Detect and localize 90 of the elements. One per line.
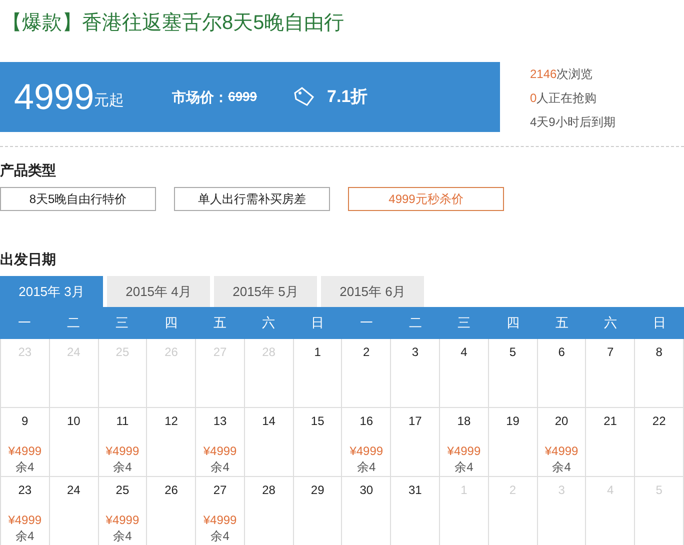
- seats-left: 余4: [552, 459, 571, 475]
- seats-left: 余4: [210, 459, 230, 475]
- day-number: 30: [360, 482, 374, 499]
- day-price: ¥4999: [203, 512, 237, 528]
- weekday-label: 日: [311, 314, 324, 332]
- day-number: 5: [509, 344, 516, 361]
- weekday-label: 三: [458, 314, 471, 332]
- seats-left: 余4: [113, 459, 132, 475]
- day-number: 10: [66, 413, 80, 430]
- seats-left: 余4: [16, 528, 34, 544]
- product-type-option[interactable]: 单人出行需补买房差: [174, 187, 330, 211]
- calendar-cell[interactable]: 23 ¥4999 余4: [1, 477, 50, 545]
- day-price: ¥4999: [8, 512, 42, 528]
- day-number: 18: [457, 413, 471, 430]
- day-number: 21: [604, 413, 617, 430]
- product-title: 【爆款】香港往返塞舌尔8天5晚自由行: [2, 11, 344, 36]
- day-number: 17: [408, 413, 422, 430]
- price: 4999: [14, 79, 94, 115]
- section-heading: 出发日期: [0, 250, 56, 269]
- day-price: ¥4999: [8, 443, 42, 459]
- day-number: 25: [116, 482, 130, 499]
- calendar-cell[interactable]: 27 ¥4999 余4: [196, 477, 245, 545]
- month-tab[interactable]: 2015年 5月: [214, 276, 317, 307]
- stat-text: 0人正在抢购: [530, 90, 598, 107]
- day-price: ¥4999: [106, 512, 140, 528]
- day-number: 6: [558, 344, 565, 361]
- calendar-cell[interactable]: 20 ¥4999 余4: [538, 408, 586, 477]
- day-number: 20: [554, 413, 568, 430]
- day-number: 14: [262, 413, 276, 430]
- section-heading: 产品类型: [0, 161, 56, 180]
- day-number: 29: [310, 482, 324, 499]
- price-tag-icon: [293, 87, 316, 107]
- day-number: 22: [652, 413, 666, 430]
- weekday-label: 四: [506, 314, 520, 332]
- day-number: 4: [460, 344, 468, 361]
- day-number: 3: [412, 344, 419, 361]
- stat-text: 2146次浏览: [530, 66, 594, 83]
- day-number: 7: [606, 344, 614, 361]
- day-number: 11: [116, 413, 129, 430]
- day-number: 27: [213, 482, 227, 499]
- day-price: ¥4999: [350, 443, 384, 459]
- price-unit: 元起: [94, 90, 124, 110]
- day-number: 2: [363, 344, 370, 361]
- weekday-label: 三: [116, 314, 129, 332]
- weekday-label: 一: [360, 314, 373, 332]
- weekday-label: 一: [18, 314, 31, 332]
- market-price-label: 市场价：: [172, 88, 228, 106]
- discount: 7.1折: [327, 86, 368, 108]
- weekday-label: 日: [653, 314, 666, 332]
- day-number: 1: [314, 344, 321, 361]
- day-number: 23: [18, 482, 32, 499]
- day-number: 16: [360, 413, 374, 430]
- weekday-label: 六: [262, 314, 276, 332]
- weekday-label: 二: [66, 314, 80, 332]
- weekday-label: 二: [408, 314, 422, 332]
- day-number: 9: [22, 413, 28, 430]
- day-number: 24: [66, 482, 80, 499]
- weekday-label: 五: [213, 314, 226, 332]
- seats-left: 余4: [210, 528, 230, 544]
- calendar-cell[interactable]: 13 ¥4999 余4: [196, 408, 245, 477]
- market-price: 6999: [228, 88, 258, 106]
- day-number: 15: [310, 413, 324, 430]
- stat-text: 4天9小时后到期: [530, 114, 616, 131]
- day-number: 19: [506, 413, 520, 430]
- calendar-cell[interactable]: 9 ¥4999 余4: [1, 408, 50, 477]
- seats-left: 余4: [16, 459, 34, 475]
- day-price: ¥4999: [106, 443, 140, 459]
- day-number: 26: [164, 482, 178, 499]
- day-price: ¥4999: [544, 443, 578, 459]
- month-tab[interactable]: 2015年 4月: [107, 276, 210, 307]
- weekday-label: 六: [604, 314, 618, 332]
- seats-left: 余4: [357, 459, 376, 475]
- calendar-cell[interactable]: 18 ¥4999 余4: [440, 408, 489, 477]
- month-tab[interactable]: 2015年 3月: [0, 276, 103, 307]
- day-number: 28: [262, 482, 276, 499]
- day-number: 13: [213, 413, 227, 430]
- seats-left: 余4: [113, 528, 132, 544]
- weekday-label: 五: [555, 314, 568, 332]
- seats-left: 余4: [454, 459, 474, 475]
- weekday-label: 四: [164, 314, 178, 332]
- calendar-cell[interactable]: 25 ¥4999 余4: [98, 477, 148, 545]
- day-number: 12: [164, 413, 178, 430]
- day-price: ¥4999: [447, 443, 481, 459]
- product-type-option[interactable]: 8天5晚自由行特价: [0, 187, 156, 211]
- day-number: 31: [408, 482, 422, 499]
- day-number: 8: [656, 344, 662, 361]
- calendar-cell[interactable]: 16 ¥4999 余4: [342, 408, 392, 477]
- day-price: ¥4999: [203, 443, 237, 459]
- month-tab[interactable]: 2015年 6月: [321, 276, 424, 307]
- calendar-cell[interactable]: 11 ¥4999 余4: [98, 408, 148, 477]
